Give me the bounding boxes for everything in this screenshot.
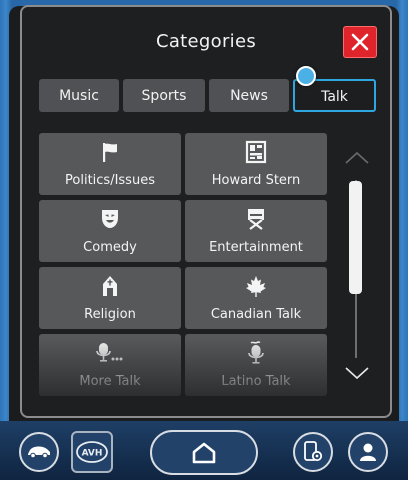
category-tile-howard-stern[interactable]: Howard Stern xyxy=(185,133,327,195)
comedy-mask-icon xyxy=(102,210,118,228)
category-tile-more-talk[interactable]: More Talk xyxy=(39,334,181,396)
avh-icon: AVH xyxy=(76,441,108,463)
phone-settings-icon xyxy=(304,441,323,462)
category-label: Entertainment xyxy=(209,240,303,255)
category-label: Comedy xyxy=(83,240,137,255)
category-tile-canadian-talk[interactable]: Canadian Talk xyxy=(185,267,327,329)
tab-label: Talk xyxy=(321,88,348,105)
category-tile-entertainment[interactable]: Entertainment xyxy=(185,200,327,262)
category-tile-comedy[interactable]: Comedy xyxy=(39,200,181,262)
category-label: Canadian Talk xyxy=(210,307,302,322)
flag-icon xyxy=(103,143,117,162)
category-tile-religion[interactable]: Religion xyxy=(39,267,181,329)
home-button[interactable] xyxy=(150,430,258,475)
category-label: Latino Talk xyxy=(221,374,291,389)
tab-label: News xyxy=(230,87,268,104)
close-icon xyxy=(351,33,369,51)
category-tile-latino-talk[interactable]: Latino Talk xyxy=(185,334,327,396)
howard-stern-logo-icon xyxy=(245,140,267,164)
tab-label: Music xyxy=(59,87,99,104)
tab-news[interactable]: News xyxy=(209,79,289,112)
profile-button[interactable] xyxy=(348,432,388,472)
category-grid: Politics/Issues Howard Stern Comedy Ente… xyxy=(39,133,331,398)
church-icon xyxy=(103,276,117,296)
user-icon xyxy=(360,443,376,461)
category-label: Religion xyxy=(84,307,136,322)
tab-music[interactable]: Music xyxy=(39,79,119,112)
vehicle-button[interactable] xyxy=(19,432,59,472)
home-icon xyxy=(192,442,216,463)
scroll-up-button[interactable] xyxy=(345,150,369,166)
maple-leaf-icon xyxy=(246,276,266,297)
category-label: More Talk xyxy=(79,374,141,389)
avh-button[interactable]: AVH xyxy=(71,431,113,473)
microphone-more-icon xyxy=(96,343,123,362)
director-chair-icon xyxy=(248,209,264,230)
avh-label: AVH xyxy=(82,449,103,459)
category-label: Politics/Issues xyxy=(65,173,155,188)
close-button[interactable] xyxy=(343,26,377,58)
phone-settings-button[interactable] xyxy=(293,432,333,472)
scrollbar-thumb[interactable] xyxy=(349,181,362,294)
tab-label: Sports xyxy=(141,87,187,104)
car-icon xyxy=(28,446,50,459)
microphone-tilde-icon xyxy=(248,341,264,364)
scroll-down-button[interactable] xyxy=(345,365,369,381)
tab-sports[interactable]: Sports xyxy=(123,79,205,112)
page-title: Categories xyxy=(155,31,257,52)
category-label: Howard Stern xyxy=(211,173,301,188)
category-tile-politics-issues[interactable]: Politics/Issues xyxy=(39,133,181,195)
active-tab-indicator xyxy=(296,66,316,86)
